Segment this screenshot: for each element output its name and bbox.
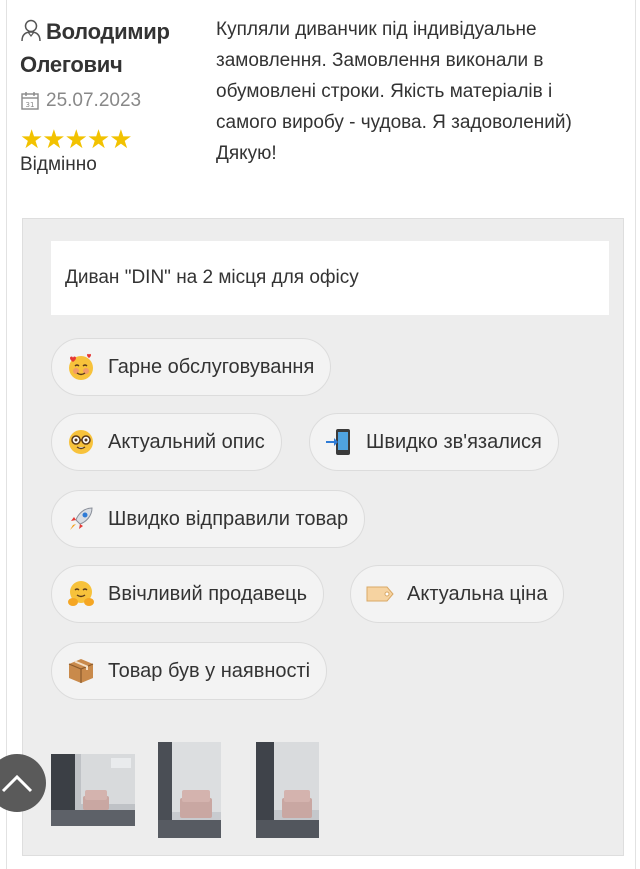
review-date-row: 31 25.07.2023	[20, 90, 210, 112]
calendar-icon: 31	[21, 92, 39, 110]
hugging-face-icon	[68, 581, 94, 606]
rating-stars: ★★★★★	[20, 124, 133, 154]
svg-text:31: 31	[26, 101, 35, 109]
author-name-row: Володимир	[20, 14, 210, 50]
photo-thumbnail-3[interactable]	[256, 742, 319, 838]
photo-thumbnail-2[interactable]	[158, 742, 221, 838]
rocket-icon	[70, 507, 93, 530]
chevron-up-icon	[1, 774, 33, 793]
tag-good-service: Гарне обслуговування	[51, 338, 332, 396]
author-last-name: Олегович	[20, 52, 123, 77]
nerd-face-icon	[69, 430, 93, 454]
price-tag-icon	[366, 586, 394, 602]
package-icon	[68, 659, 94, 683]
review-author-block: Володимир Олегович 31 25.07.2023 ★★★★★ В…	[20, 14, 210, 176]
tag-label: Актуальний опис	[108, 430, 265, 453]
smiling-face-with-hearts-icon	[69, 353, 93, 380]
tag-label: Ввічливий продавець	[108, 582, 308, 605]
author-first-name: Володимир	[46, 19, 170, 44]
tag-label: Актуальна ціна	[407, 582, 548, 605]
tag-polite-seller: Ввічливий продавець	[51, 565, 325, 623]
review-text: Купляли диванчик під індивідуальне замов…	[216, 19, 572, 164]
tag-label: Товар був у наявності	[108, 659, 311, 682]
tag-label: Швидко зв'язалися	[366, 430, 542, 453]
mobile-phone-arrow-icon	[326, 429, 350, 455]
product-name-box[interactable]: Диван "DIN" на 2 місця для офісу	[51, 241, 609, 315]
photo-thumbnail-1[interactable]	[51, 754, 135, 826]
user-icon	[21, 19, 41, 42]
product-title[interactable]: Диван "DIN" на 2 місця для офісу	[65, 267, 359, 289]
tag-label: Швидко відправили товар	[108, 507, 349, 530]
tag-in-stock: Товар був у наявності	[51, 642, 328, 700]
tag-actual-description: Актуальний опис	[51, 413, 282, 471]
tag-quick-shipping: Швидко відправили товар	[51, 490, 366, 548]
review-date: 25.07.2023	[46, 90, 142, 111]
rating-label: Відмінно	[20, 154, 97, 175]
tag-actual-price: Актуальна ціна	[350, 565, 565, 623]
tag-label: Гарне обслуговування	[108, 355, 315, 378]
tag-quick-contact: Швидко зв'язалися	[309, 413, 559, 471]
